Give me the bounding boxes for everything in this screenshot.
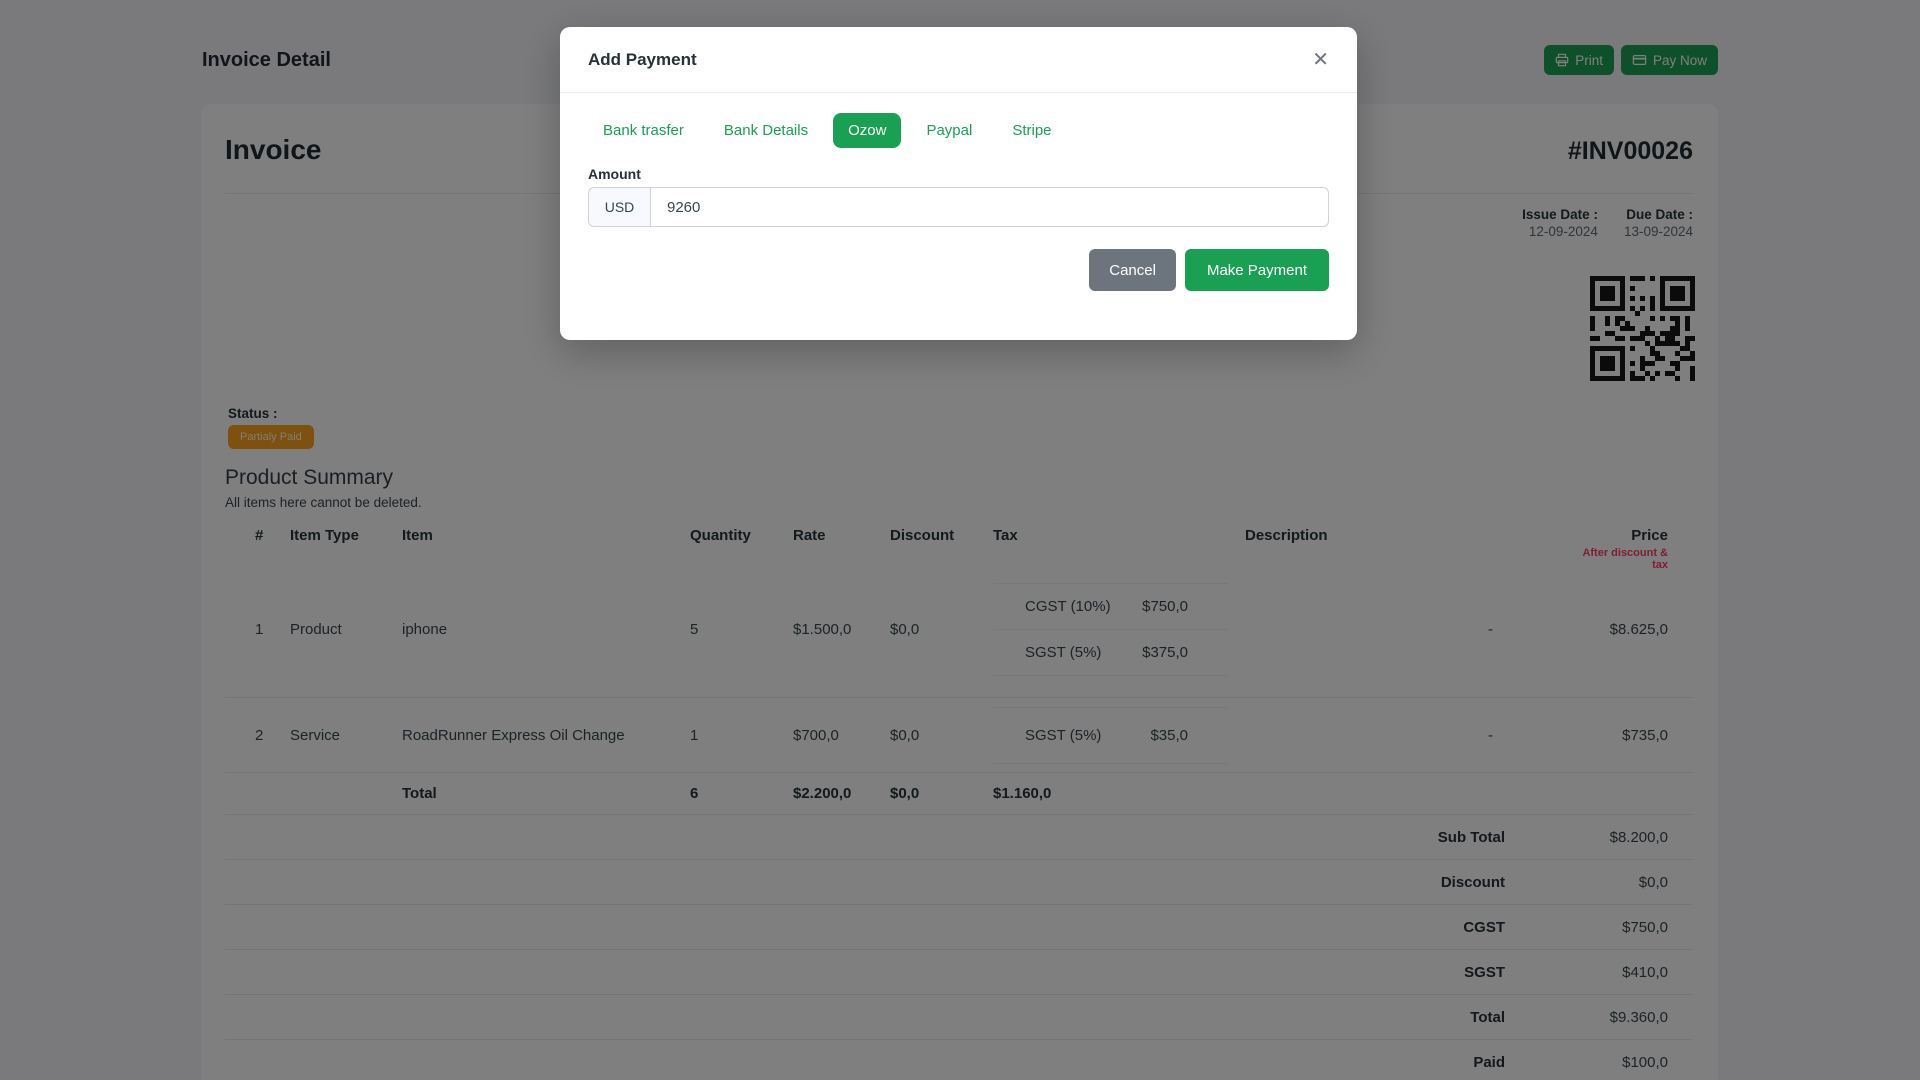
tab-ozow[interactable]: Ozow	[833, 113, 902, 148]
add-payment-modal: Add Payment ✕ Bank trasfer Bank Details …	[560, 27, 1357, 340]
amount-input-group: USD	[588, 187, 1329, 227]
amount-input[interactable]	[650, 187, 1329, 227]
invoice-detail-page: Invoice Detail Print Pay Now	[0, 0, 1920, 1080]
modal-actions: Cancel Make Payment	[588, 249, 1329, 291]
modal-body: Bank trasfer Bank Details Ozow Paypal St…	[560, 93, 1357, 291]
close-icon[interactable]: ✕	[1312, 50, 1329, 70]
modal-title: Add Payment	[588, 49, 697, 69]
modal-header: Add Payment ✕	[560, 27, 1357, 93]
payment-method-tabs: Bank trasfer Bank Details Ozow Paypal St…	[588, 113, 1329, 148]
tab-stripe[interactable]: Stripe	[997, 113, 1066, 148]
make-payment-button[interactable]: Make Payment	[1184, 249, 1329, 291]
currency-addon: USD	[588, 187, 650, 227]
cancel-button[interactable]: Cancel	[1089, 249, 1176, 291]
tab-paypal[interactable]: Paypal	[911, 113, 987, 148]
tab-bank-transfer[interactable]: Bank trasfer	[588, 113, 699, 148]
amount-label: Amount	[588, 166, 641, 182]
tab-bank-details[interactable]: Bank Details	[709, 113, 823, 148]
